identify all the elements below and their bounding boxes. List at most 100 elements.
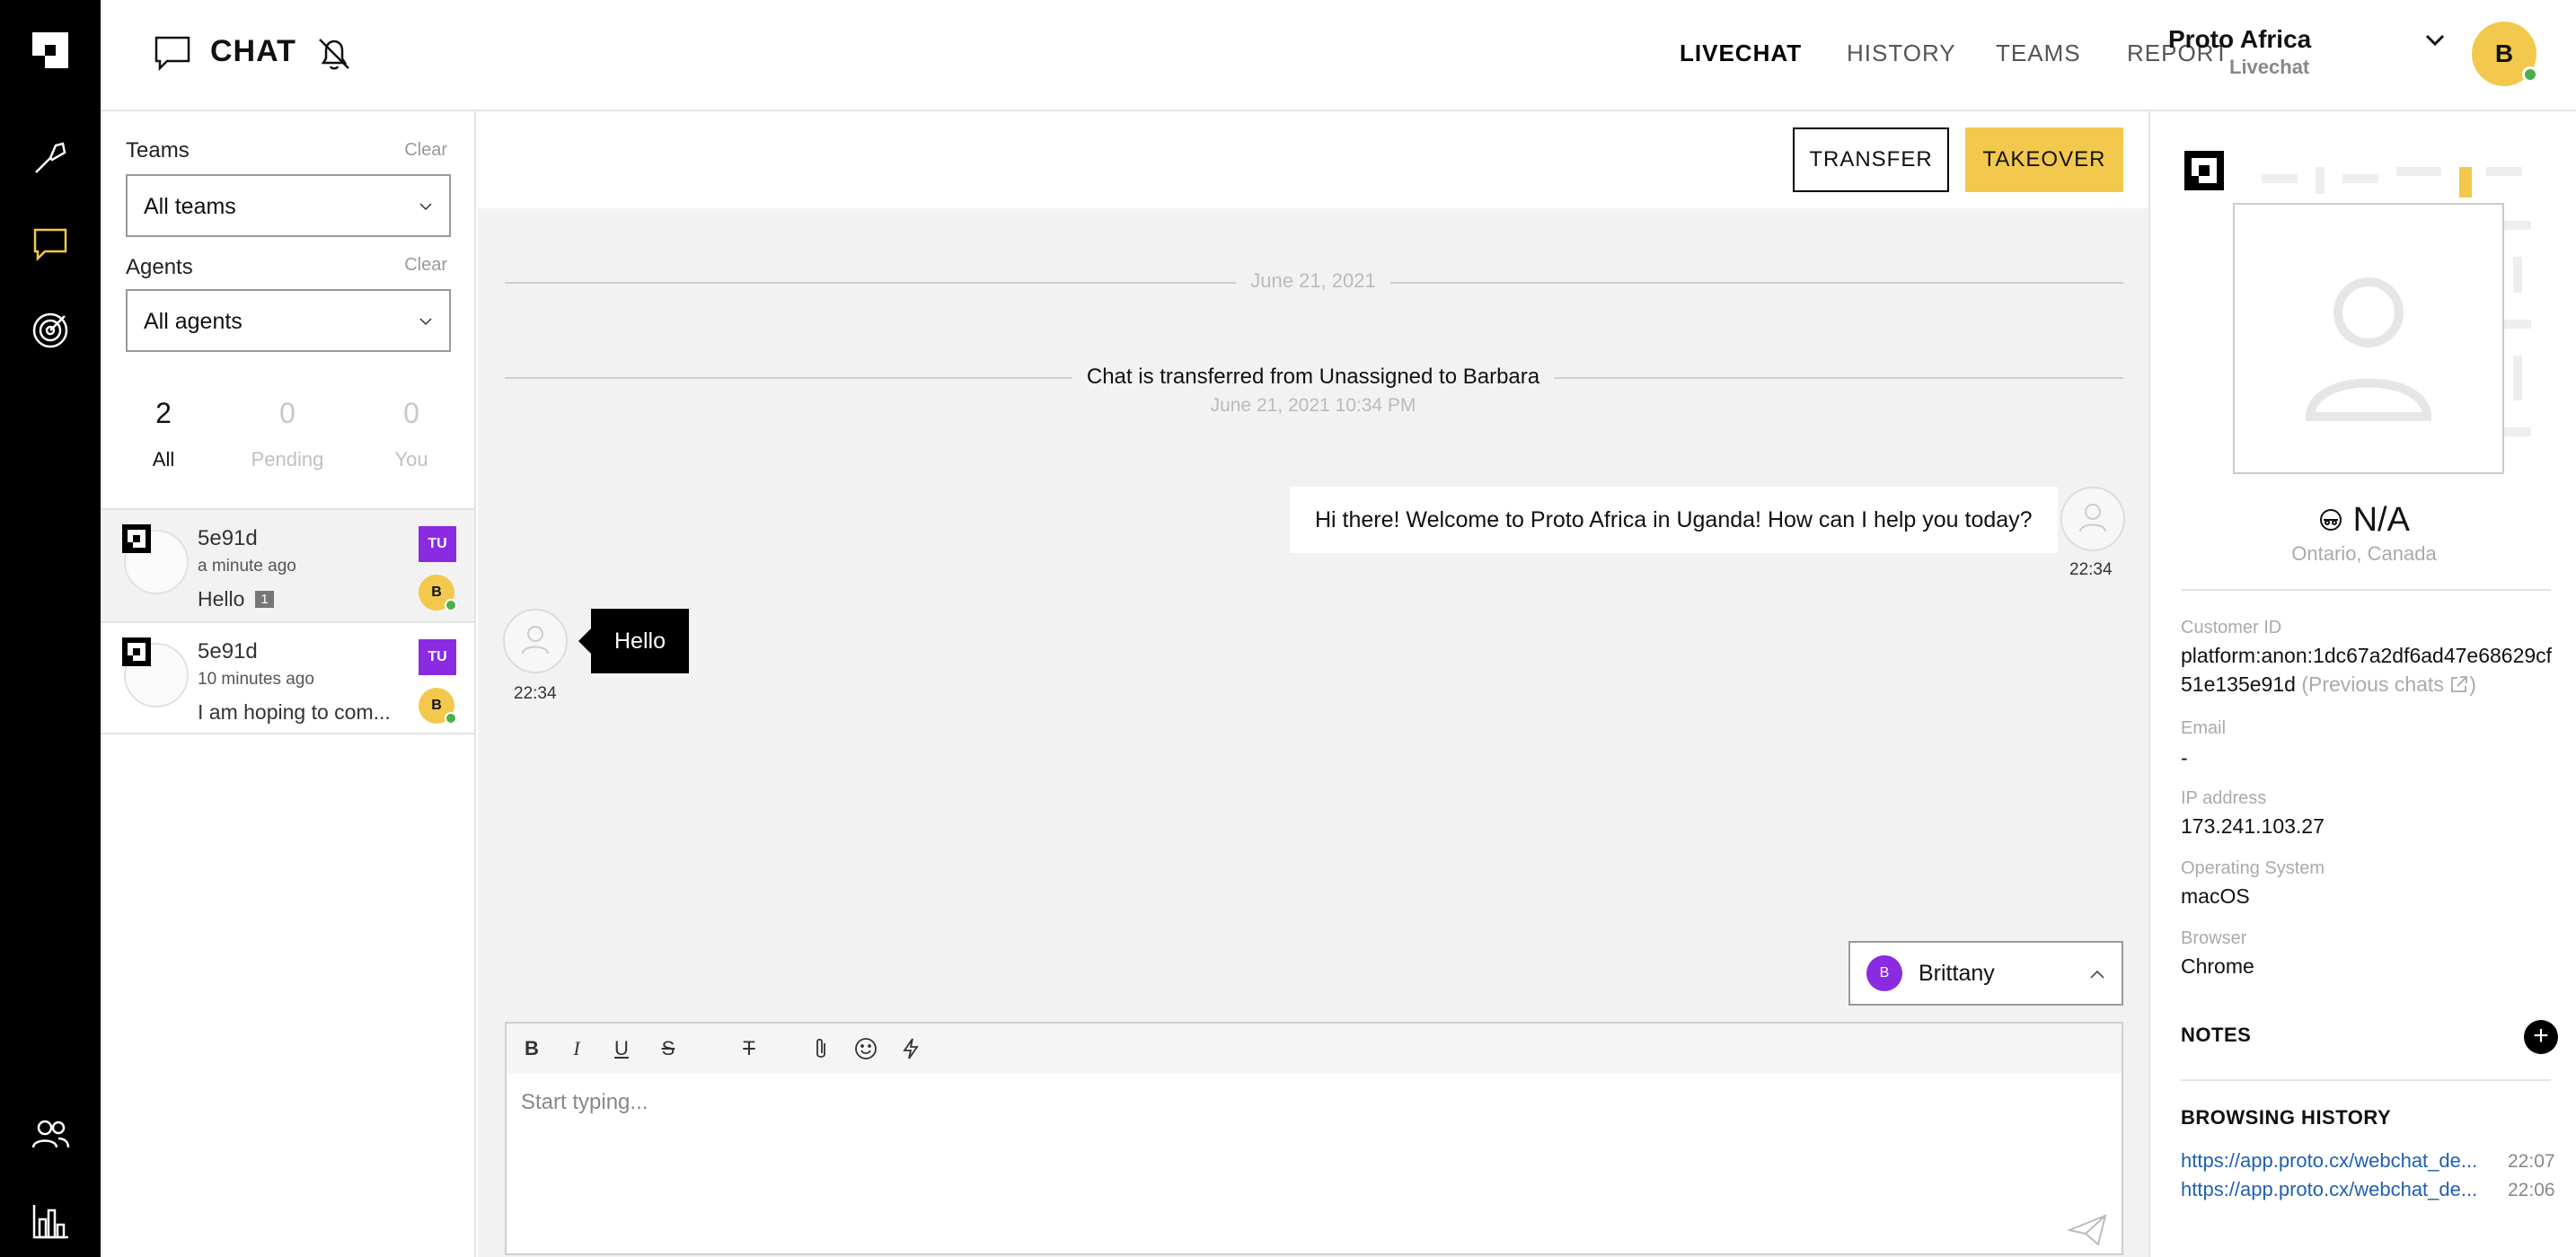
count-all-label: All — [152, 448, 175, 470]
agent-select-name: Brittany — [1919, 961, 1995, 986]
count-you-number: 0 — [403, 397, 419, 429]
system-event-time: June 21, 2021 10:34 PM — [1210, 395, 1416, 416]
nav-livechat[interactable]: LIVECHAT — [1680, 40, 1802, 67]
conversation-time: a minute ago — [198, 557, 296, 576]
conversation-name: 5e91d — [198, 639, 258, 664]
browser-label: Browser — [2181, 928, 2247, 948]
attachment-icon[interactable] — [808, 1036, 834, 1061]
chat-actions-bar: TRANSFER TAKEOVER — [478, 111, 2148, 208]
previous-chats-text: (Previous chats — [2301, 672, 2444, 696]
chevron-up-icon — [2090, 970, 2104, 979]
customer-name-text: N/A — [2352, 501, 2410, 539]
system-event-text: Chat is transferred from Unassigned to B… — [1072, 365, 1555, 389]
wrench-icon[interactable] — [27, 135, 74, 181]
conversation-item[interactable]: 5e91d 10 minutes ago I am hoping to com.… — [101, 621, 474, 734]
clear-format-icon[interactable]: T — [737, 1036, 762, 1061]
underline-icon[interactable]: U — [609, 1036, 634, 1061]
takeover-button[interactable]: TAKEOVER — [1965, 127, 2123, 192]
date-divider: June 21, 2021 — [478, 269, 2148, 293]
chat-icon — [154, 36, 190, 72]
agents-clear-link[interactable]: Clear — [404, 255, 447, 276]
nav-teams[interactable]: TEAMS — [1996, 40, 2081, 67]
chevron-down-icon[interactable] — [2423, 29, 2447, 52]
chevron-down-icon — [419, 203, 432, 211]
count-all-tab[interactable]: 2 All — [110, 397, 217, 471]
lightning-icon[interactable] — [898, 1036, 923, 1061]
online-status-dot — [445, 599, 457, 611]
transfer-button[interactable]: TRANSFER — [1793, 127, 1949, 192]
customer-info-panel: N/A Ontario, Canada Customer ID platform… — [2148, 111, 2576, 1257]
agent-initial: B — [431, 698, 442, 713]
channel-logo-icon — [122, 637, 151, 666]
conversation-panel: Teams Clear All teams Agents Clear All a… — [101, 111, 476, 1257]
customer-avatar — [503, 609, 568, 673]
customer-id-label: Customer ID — [2181, 618, 2282, 637]
conversation-preview: I am hoping to com... — [198, 700, 391, 724]
conversation-preview: Hello 1 — [198, 587, 274, 611]
bar-chart-icon[interactable] — [27, 1198, 74, 1244]
workspace-name[interactable]: Proto Africa — [2168, 25, 2311, 54]
previous-chats-link[interactable]: (Previous chats ) — [2301, 672, 2476, 696]
online-status-dot — [2522, 66, 2538, 83]
customer-id-value: platform:anon:1dc67a2df6ad47e68629cf51e1… — [2181, 641, 2558, 699]
workspace-subtitle: Livechat — [2229, 56, 2310, 78]
bot-avatar — [2060, 487, 2125, 551]
send-icon[interactable] — [2068, 1212, 2107, 1248]
bold-icon[interactable]: B — [519, 1036, 544, 1061]
proto-logo-icon[interactable] — [27, 27, 74, 74]
conversation-name: 5e91d — [198, 526, 258, 550]
divider — [2181, 1079, 2551, 1081]
bell-off-icon[interactable] — [313, 32, 356, 75]
ip-label: IP address — [2181, 788, 2267, 808]
browser-value: Chrome — [2181, 954, 2254, 978]
email-value: - — [2181, 746, 2188, 769]
agent-avatar: B — [419, 688, 457, 725]
agent-selector[interactable]: B Brittany — [1848, 941, 2123, 1006]
teams-select[interactable]: All teams — [126, 174, 451, 237]
icon-rail — [0, 0, 101, 1257]
online-status-dot — [445, 712, 457, 725]
browsing-history-heading: BROWSING HISTORY — [2181, 1106, 2392, 1129]
agents-select[interactable]: All agents — [126, 289, 451, 352]
add-note-button[interactable]: + — [2524, 1020, 2558, 1054]
notes-heading: NOTES — [2181, 1024, 2252, 1046]
customer-photo — [2233, 203, 2504, 474]
history-time: 22:06 — [2508, 1180, 2555, 1200]
team-badge: TU — [419, 639, 456, 675]
divider — [2181, 589, 2551, 591]
unread-badge: 1 — [255, 591, 274, 608]
users-icon[interactable] — [27, 1112, 74, 1158]
formatting-toolbar: B I U S T — [507, 1024, 2122, 1074]
customer-location: Ontario, Canada — [2291, 542, 2437, 565]
history-time: 22:07 — [2508, 1151, 2555, 1172]
conversation-message: Hello — [198, 587, 245, 611]
emoji-icon[interactable] — [853, 1036, 878, 1061]
message-composer[interactable]: B I U S T Start typing... — [505, 1022, 2123, 1255]
incoming-message: Hello — [578, 609, 689, 673]
email-label: Email — [2181, 718, 2227, 738]
chat-area: TRANSFER TAKEOVER June 21, 2021 Chat is … — [478, 111, 2148, 1257]
chat-bubble-icon[interactable] — [27, 221, 74, 268]
nav-history[interactable]: HISTORY — [1847, 40, 1956, 67]
incognito-icon — [2320, 509, 2342, 531]
count-you-label: You — [394, 448, 428, 470]
agent-initial: B — [431, 585, 442, 600]
strikethrough-icon[interactable]: S — [656, 1036, 681, 1061]
conversation-item[interactable]: 5e91d a minute ago Hello 1 TU B — [101, 508, 474, 621]
count-all-number: 2 — [155, 397, 172, 429]
outgoing-message: Hi there! Welcome to Proto Africa in Uga… — [1290, 487, 2058, 553]
teams-clear-link[interactable]: Clear — [404, 140, 447, 161]
history-link[interactable]: https://app.proto.cx/webchat_de... — [2181, 1149, 2477, 1173]
history-link[interactable]: https://app.proto.cx/webchat_de... — [2181, 1178, 2477, 1201]
italic-icon[interactable]: I — [564, 1036, 589, 1061]
target-icon[interactable] — [27, 307, 74, 354]
count-pending-number: 0 — [279, 397, 296, 429]
count-pending-tab[interactable]: 0 Pending — [234, 397, 341, 471]
system-event: Chat is transferred from Unassigned to B… — [478, 365, 2148, 390]
user-avatar[interactable]: B — [2472, 22, 2538, 86]
teams-select-value: All teams — [144, 194, 236, 219]
count-you-tab[interactable]: 0 You — [357, 397, 465, 471]
agent-avatar: B — [419, 575, 457, 611]
date-divider-text: June 21, 2021 — [1236, 269, 1390, 292]
count-pending-label: Pending — [251, 448, 324, 470]
